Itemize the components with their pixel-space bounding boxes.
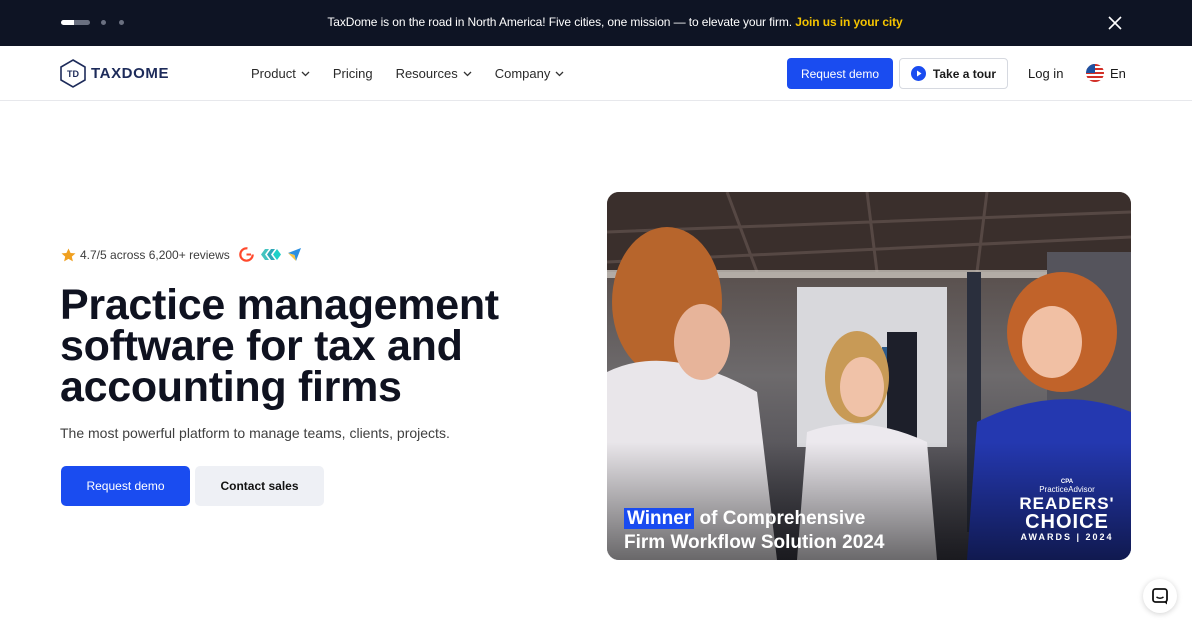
nav-resources-label: Resources [395,66,458,81]
us-flag-icon [1086,64,1104,82]
take-tour-label: Take a tour [932,66,997,81]
nav-product[interactable]: Product [251,66,310,81]
hero-headline: Practice management software for tax and… [60,281,499,411]
award-line1: of Comprehensive [699,508,866,529]
g2-logo-icon [238,247,254,262]
chat-icon [1152,587,1168,604]
site-header: TD TAXDOME Product Pricing Resources Com… [0,46,1192,101]
badge-choice: CHOICE [1025,511,1109,533]
rating-row: 4.7/5 across 6,200+ reviews [61,247,308,262]
main-nav: Product Pricing Resources Company [251,66,587,81]
language-label: En [1110,65,1126,81]
svg-text:TD: TD [67,69,79,79]
nav-product-label: Product [251,66,296,81]
announcement-bar: TaxDome is on the road in North America!… [0,0,1192,46]
getapp-logo-icon [287,248,301,261]
taxdome-logo-icon: TD [60,59,86,88]
chat-widget-button[interactable] [1143,579,1177,613]
nav-company-label: Company [494,66,551,81]
login-link[interactable]: Log in [1028,66,1063,81]
hero-subheadline: The most powerful platform to manage tea… [60,425,450,441]
announcement-link[interactable]: Join us in your city [795,15,902,29]
chevron-down-icon [555,71,564,76]
rating-text: 4.7/5 across 6,200+ reviews [80,247,230,262]
take-tour-button[interactable]: Take a tour [899,58,1008,89]
nav-pricing-label: Pricing [332,66,373,81]
nav-pricing[interactable]: Pricing [333,66,373,81]
hero-video[interactable]: Winner of Comprehensive Firm Workflow So… [607,192,1131,560]
announcement-text: TaxDome is on the road in North America!… [327,15,793,29]
award-caption: Winner of Comprehensive Firm Workflow So… [624,507,884,555]
award-highlight: Winner [624,508,695,529]
announcement-message: TaxDome is on the road in North America!… [0,15,1202,29]
nav-resources[interactable]: Resources [396,66,472,81]
award-line2: Firm Workflow Solution 2024 [624,532,885,553]
contact-sales-button[interactable]: Contact sales [195,466,324,506]
taxdome-logo[interactable]: TD TAXDOME [60,59,169,88]
badge-publication: PracticeAdvisor [1039,485,1095,494]
review-site-logos [238,247,308,262]
badge-awards: AWARDS | 2024 [1020,532,1114,542]
language-selector[interactable]: En [1086,64,1126,82]
capterra-logo-icon [260,249,281,260]
readers-choice-badge: CPA PracticeAdvisor READERS' CHOICE AWAR… [1005,472,1129,556]
chevron-down-icon [463,71,472,76]
header-request-demo-button[interactable]: Request demo [787,58,893,89]
chevron-down-icon [301,71,310,76]
play-icon [910,66,926,81]
hero-request-demo-button[interactable]: Request demo [61,466,190,506]
logo-wordmark: TAXDOME [91,65,170,82]
nav-company[interactable]: Company [495,66,565,81]
close-icon[interactable] [1108,16,1122,30]
star-icon [61,248,76,261]
